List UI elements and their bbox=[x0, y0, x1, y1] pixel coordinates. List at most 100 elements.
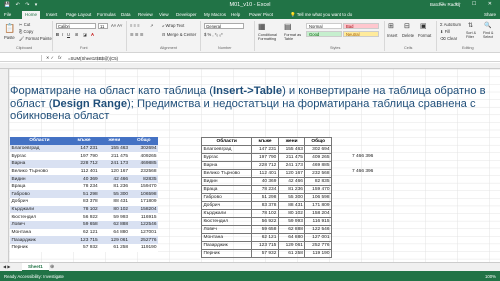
value-cell[interactable]: 159 470 bbox=[304, 185, 332, 194]
value-cell[interactable]: 469 885 bbox=[304, 161, 332, 170]
value-cell[interactable]: 62 121 bbox=[68, 228, 100, 237]
value-cell[interactable]: 302694 bbox=[129, 144, 158, 153]
value-cell[interactable]: 241 173 bbox=[99, 159, 130, 168]
value-cell[interactable]: 81 236 bbox=[99, 182, 130, 191]
format-cells-button[interactable]: Format bbox=[418, 33, 431, 38]
copy-button[interactable]: ⎘ Copy bbox=[19, 29, 33, 34]
align-left-icons[interactable]: ☰ ☰ ☰ bbox=[130, 32, 144, 37]
region-cell[interactable]: Ловеч bbox=[200, 225, 253, 234]
table-header-cell[interactable]: мъже bbox=[68, 137, 100, 145]
conditional-formatting-icon[interactable]: ▦ bbox=[258, 22, 266, 31]
value-cell[interactable]: 302 694 bbox=[304, 145, 332, 154]
table-row[interactable]: Кюстендил 56 922 59 993 116915 bbox=[10, 213, 158, 222]
value-cell[interactable]: 51 298 bbox=[68, 190, 100, 199]
value-cell[interactable]: 171809 bbox=[129, 198, 158, 206]
value-cell[interactable]: 78 234 bbox=[68, 182, 100, 191]
value-cell[interactable]: 64 880 bbox=[277, 233, 306, 242]
sheet-tab-sheet1[interactable]: Sheet1 bbox=[22, 263, 49, 271]
grow-shrink-font[interactable]: A˄ A˅ bbox=[111, 23, 122, 28]
format-cells-icon[interactable]: ▣ bbox=[420, 22, 427, 30]
value-cell[interactable]: 120 167 bbox=[99, 167, 130, 176]
region-cell[interactable]: Благоевград bbox=[200, 145, 253, 154]
value-cell[interactable]: 158204 bbox=[129, 205, 158, 214]
table-row[interactable]: Ловеч 59 658 62 888 122546 bbox=[10, 221, 158, 229]
value-cell[interactable]: 81 236 bbox=[277, 185, 306, 194]
sheet-nav-icons[interactable]: ◀ ▶ bbox=[3, 264, 11, 269]
table-row[interactable]: Перник 57 932 61 258 119190 bbox=[10, 243, 158, 252]
value-cell[interactable]: 59 993 bbox=[99, 213, 130, 222]
value-cell[interactable]: 211 475 bbox=[277, 153, 306, 162]
tab-view[interactable]: View bbox=[159, 12, 169, 17]
clear-button[interactable]: ⌫ Clear bbox=[440, 36, 457, 41]
font-color-icon[interactable]: A bbox=[91, 32, 94, 37]
value-cell[interactable]: 469885 bbox=[129, 159, 158, 168]
value-cell[interactable]: 62 888 bbox=[277, 225, 306, 234]
region-cell[interactable]: Перник bbox=[200, 249, 253, 258]
region-cell[interactable]: Добрич bbox=[10, 198, 69, 206]
region-cell[interactable]: Враца bbox=[10, 182, 69, 191]
range-row[interactable]: Добрич 83 378 88 431 171 809 bbox=[200, 201, 332, 210]
range-header-cell[interactable]: Общо bbox=[304, 137, 332, 146]
region-cell[interactable]: Велико Търново bbox=[200, 169, 253, 178]
region-cell[interactable]: Пазарджик bbox=[10, 236, 69, 244]
value-cell[interactable]: 78 102 bbox=[251, 209, 279, 218]
value-cell[interactable]: 232568 bbox=[129, 167, 158, 176]
value-cell[interactable]: 62 121 bbox=[251, 233, 279, 242]
region-cell[interactable]: Варна bbox=[10, 159, 69, 168]
window-controls[interactable]: ▭ — ☐ ✕ bbox=[439, 1, 497, 7]
value-cell[interactable]: 171 809 bbox=[304, 201, 332, 210]
value-cell[interactable]: 228 712 bbox=[68, 159, 100, 168]
value-cell[interactable]: 241 173 bbox=[277, 161, 306, 170]
value-cell[interactable]: 83 378 bbox=[68, 198, 100, 206]
delete-cells-button[interactable]: Delete bbox=[402, 33, 414, 38]
value-cell[interactable]: 55 300 bbox=[277, 193, 306, 202]
delete-cells-icon[interactable]: ⊟ bbox=[404, 22, 410, 30]
formula-input[interactable]: =SUM(Sheet1!$B$@)(C5) bbox=[68, 56, 118, 61]
range-row[interactable]: Ловеч 59 658 62 888 122 546 bbox=[200, 225, 332, 234]
table-row[interactable]: Враца 78 234 81 236 159470 bbox=[10, 182, 158, 191]
value-cell[interactable]: 122546 bbox=[129, 221, 158, 229]
align-top-icons[interactable]: ≡ ≡ ≡ bbox=[130, 23, 140, 28]
value-cell[interactable]: 59 658 bbox=[251, 225, 279, 234]
find-select-button[interactable]: Find & Select bbox=[483, 31, 499, 39]
value-cell[interactable]: 120 167 bbox=[277, 169, 306, 178]
range-row[interactable]: Перник 57 932 61 258 119 190 bbox=[200, 249, 332, 258]
value-cell[interactable]: 56 922 bbox=[251, 217, 279, 226]
region-cell[interactable]: Перник bbox=[10, 243, 69, 252]
tab-help[interactable]: Help bbox=[231, 12, 240, 17]
region-cell[interactable]: Велико Търново bbox=[10, 167, 69, 176]
value-cell[interactable]: 78 102 bbox=[68, 205, 100, 214]
value-cell[interactable]: 42 466 bbox=[277, 177, 306, 186]
table-row[interactable]: Добрич 83 378 88 431 171809 bbox=[10, 198, 158, 206]
tell-me-box[interactable]: 💡 Tell me what you want to do bbox=[290, 12, 352, 18]
value-cell[interactable]: 112 401 bbox=[68, 167, 100, 176]
value-cell[interactable]: 119190 bbox=[129, 243, 158, 252]
range-row[interactable]: Пазарджик 123 715 129 061 252 776 bbox=[200, 241, 332, 250]
region-cell[interactable]: Бургас bbox=[200, 153, 253, 162]
value-cell[interactable]: 64 880 bbox=[99, 228, 130, 237]
value-cell[interactable]: 78 234 bbox=[251, 185, 279, 194]
style-bad[interactable]: Bad bbox=[343, 23, 379, 29]
borders-icon[interactable]: ⊞ bbox=[75, 32, 79, 37]
wrap-text-button[interactable]: ⤶ Wrap Text bbox=[162, 23, 184, 28]
value-cell[interactable]: 122 546 bbox=[304, 225, 332, 234]
value-cell[interactable]: 80 102 bbox=[99, 205, 130, 214]
value-cell[interactable]: 129 061 bbox=[99, 236, 130, 244]
share-button[interactable]: Share bbox=[484, 12, 496, 17]
region-cell[interactable]: Варна bbox=[200, 161, 253, 170]
range-row[interactable]: Монтана 62 121 64 880 127 001 bbox=[200, 233, 332, 242]
tab-page-layout[interactable]: Page Layout bbox=[66, 12, 91, 17]
value-cell[interactable]: 57 932 bbox=[68, 243, 100, 252]
value-cell[interactable]: 197 790 bbox=[251, 153, 279, 162]
underline-button[interactable]: U bbox=[67, 32, 70, 37]
value-cell[interactable]: 80 102 bbox=[277, 209, 306, 218]
value-cell[interactable]: 409265 bbox=[129, 152, 158, 160]
paste-button[interactable]: Paste bbox=[4, 35, 15, 40]
value-cell[interactable]: 252 776 bbox=[304, 241, 332, 250]
value-cell[interactable]: 158 204 bbox=[304, 209, 332, 218]
value-cell[interactable]: 116 915 bbox=[304, 217, 332, 226]
tab-power-pivot[interactable]: Power Pivot bbox=[249, 12, 273, 17]
table-row[interactable]: Видин 40 369 42 466 82835 bbox=[10, 175, 158, 183]
fx-icon[interactable]: fx bbox=[58, 55, 62, 60]
region-cell[interactable]: Монтана bbox=[200, 233, 253, 242]
